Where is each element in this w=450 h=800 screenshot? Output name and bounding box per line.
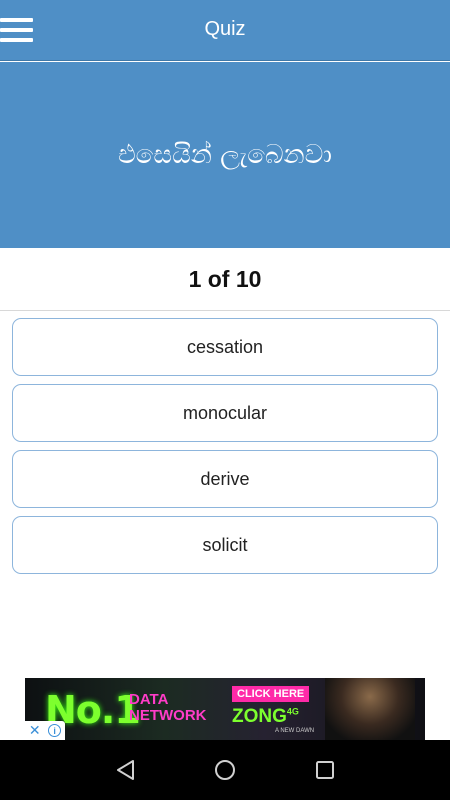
question-text: එසෙයින් ලැබෙනවා [118, 139, 332, 170]
home-circle-icon[interactable] [213, 758, 237, 782]
ad-text: DATA NETWORK [129, 692, 207, 724]
system-nav-bar [0, 740, 450, 800]
ad-info-icon[interactable]: i [48, 724, 62, 737]
ad-image [325, 678, 415, 740]
back-triangle-icon[interactable] [114, 758, 138, 782]
ad-banner[interactable]: No.1 DATA NETWORK CLICK HERE ZONG4G A NE… [25, 678, 425, 740]
ad-line-1: DATA [129, 691, 169, 708]
answer-option-2[interactable]: monocular [12, 384, 438, 442]
ad-cta-button[interactable]: CLICK HERE [232, 686, 310, 702]
ad-brand-suffix: 4G [286, 706, 299, 717]
answer-options: cessation monocular derive solicit [12, 318, 438, 582]
question-progress: 1 of 10 [0, 248, 450, 311]
ad-line-2: NETWORK [129, 707, 207, 724]
answer-option-4[interactable]: solicit [12, 516, 438, 574]
quiz-screen: Quiz එසෙයින් ලැබෙනවා 1 of 10 cessation m… [0, 0, 450, 800]
recents-square-icon[interactable] [313, 758, 337, 782]
ad-brand: ZONG4G [232, 706, 299, 728]
app-bar: Quiz [0, 0, 450, 61]
question-panel: එසෙයින් ලැබෙනවා [0, 62, 450, 248]
ad-close-icon[interactable]: ✕ [29, 722, 41, 739]
ad-brand-name: ZONG [232, 706, 287, 727]
app-bar-title: Quiz [204, 18, 246, 40]
ad-choices: ✕ i [25, 721, 65, 740]
answer-option-3[interactable]: derive [12, 450, 438, 508]
answer-option-1[interactable]: cessation [12, 318, 438, 376]
ad-tagline: A NEW DAWN [275, 728, 315, 734]
